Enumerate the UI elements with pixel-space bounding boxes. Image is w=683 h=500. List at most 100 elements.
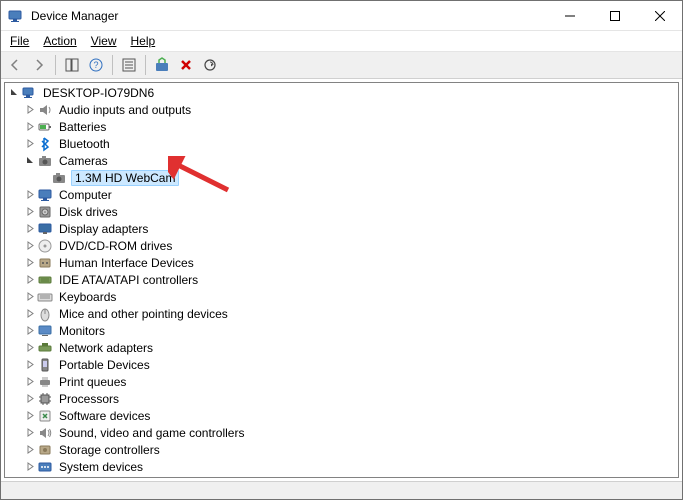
- category-label: Computer: [57, 188, 114, 202]
- expander-closed-icon[interactable]: [23, 375, 37, 389]
- category-label: DVD/CD-ROM drives: [57, 239, 174, 253]
- category-node[interactable]: IDE ATA/ATAPI controllers: [5, 271, 678, 288]
- category-node[interactable]: Disk drives: [5, 203, 678, 220]
- expander-closed-icon[interactable]: [23, 256, 37, 270]
- showtree-button[interactable]: [61, 54, 83, 76]
- category-node[interactable]: Network adapters: [5, 339, 678, 356]
- menu-action[interactable]: Action: [36, 33, 83, 49]
- window-controls: [547, 1, 682, 31]
- forward-button[interactable]: [28, 54, 50, 76]
- expander-closed-icon[interactable]: [23, 426, 37, 440]
- audio-icon: [37, 102, 53, 118]
- expander-closed-icon[interactable]: [23, 477, 37, 479]
- category-node[interactable]: Universal Serial Bus controllers: [5, 475, 678, 478]
- category-label: Universal Serial Bus controllers: [57, 477, 228, 479]
- menu-view[interactable]: View: [84, 33, 124, 49]
- back-button[interactable]: [4, 54, 26, 76]
- app-icon: [1, 8, 29, 24]
- expander-closed-icon[interactable]: [23, 392, 37, 406]
- sound-icon: [37, 425, 53, 441]
- maximize-button[interactable]: [592, 1, 637, 31]
- menu-file[interactable]: File: [3, 33, 36, 49]
- root-node[interactable]: DESKTOP-IO79DN6: [5, 84, 678, 101]
- help-toolbar-button[interactable]: ?: [85, 54, 107, 76]
- category-node[interactable]: Software devices: [5, 407, 678, 424]
- category-node[interactable]: Sound, video and game controllers: [5, 424, 678, 441]
- category-node[interactable]: Human Interface Devices: [5, 254, 678, 271]
- category-node[interactable]: Portable Devices: [5, 356, 678, 373]
- bluetooth-icon: [37, 136, 53, 152]
- category-label: Sound, video and game controllers: [57, 426, 246, 440]
- category-node[interactable]: Monitors: [5, 322, 678, 339]
- software-icon: [37, 408, 53, 424]
- expander-closed-icon[interactable]: [23, 409, 37, 423]
- window-title: Device Manager: [29, 9, 547, 23]
- expander-closed-icon[interactable]: [23, 205, 37, 219]
- expander-closed-icon[interactable]: [23, 460, 37, 474]
- uninstall-button[interactable]: [175, 54, 197, 76]
- expander-closed-icon[interactable]: [23, 103, 37, 117]
- category-node[interactable]: Keyboards: [5, 288, 678, 305]
- expander-closed-icon[interactable]: [23, 120, 37, 134]
- properties-button[interactable]: [118, 54, 140, 76]
- disk-icon: [37, 204, 53, 220]
- minimize-button[interactable]: [547, 1, 592, 31]
- category-label: Network adapters: [57, 341, 155, 355]
- category-label: Software devices: [57, 409, 152, 423]
- category-label: Disk drives: [57, 205, 120, 219]
- category-node[interactable]: Print queues: [5, 373, 678, 390]
- category-label: Portable Devices: [57, 358, 152, 372]
- device-manager-window: Device Manager File Action View Help: [0, 0, 683, 500]
- category-label: IDE ATA/ATAPI controllers: [57, 273, 200, 287]
- category-label: Batteries: [57, 120, 108, 134]
- menu-help[interactable]: Help: [124, 33, 163, 49]
- category-label: Monitors: [57, 324, 107, 338]
- expander-open-icon[interactable]: [7, 86, 21, 100]
- category-node[interactable]: Computer: [5, 186, 678, 203]
- category-node[interactable]: System devices: [5, 458, 678, 475]
- category-label: System devices: [57, 460, 145, 474]
- svg-text:?: ?: [93, 60, 98, 70]
- expander-closed-icon[interactable]: [23, 239, 37, 253]
- scan-hardware-button[interactable]: [199, 54, 221, 76]
- menubar: File Action View Help: [1, 31, 682, 51]
- close-button[interactable]: [637, 1, 682, 31]
- expander-closed-icon[interactable]: [23, 137, 37, 151]
- ide-icon: [37, 272, 53, 288]
- statusbar: [1, 481, 682, 499]
- category-node[interactable]: Bluetooth: [5, 135, 678, 152]
- update-driver-button[interactable]: [151, 54, 173, 76]
- cpu-icon: [37, 391, 53, 407]
- category-node[interactable]: Batteries: [5, 118, 678, 135]
- printer-icon: [37, 374, 53, 390]
- expander-open-icon[interactable]: [23, 154, 37, 168]
- toolbar-separator: [145, 55, 146, 75]
- expander-closed-icon[interactable]: [23, 188, 37, 202]
- category-label: Processors: [57, 392, 121, 406]
- device-tree[interactable]: DESKTOP-IO79DN6 Audio inputs and outputs…: [4, 82, 679, 478]
- battery-icon: [37, 119, 53, 135]
- category-label: Storage controllers: [57, 443, 162, 457]
- monitor-icon: [37, 323, 53, 339]
- expander-closed-icon[interactable]: [23, 443, 37, 457]
- expander-closed-icon[interactable]: [23, 273, 37, 287]
- category-label: Audio inputs and outputs: [57, 103, 193, 117]
- expander-closed-icon[interactable]: [23, 307, 37, 321]
- expander-closed-icon[interactable]: [23, 324, 37, 338]
- usb-icon: [37, 476, 53, 479]
- expander-closed-icon[interactable]: [23, 341, 37, 355]
- category-node[interactable]: Processors: [5, 390, 678, 407]
- category-node[interactable]: Audio inputs and outputs: [5, 101, 678, 118]
- expander-closed-icon[interactable]: [23, 222, 37, 236]
- expander-closed-icon[interactable]: [23, 290, 37, 304]
- category-node[interactable]: Mice and other pointing devices: [5, 305, 678, 322]
- category-node[interactable]: Storage controllers: [5, 441, 678, 458]
- category-node[interactable]: Display adapters: [5, 220, 678, 237]
- category-label: Mice and other pointing devices: [57, 307, 230, 321]
- category-label: Cameras: [57, 154, 110, 168]
- category-node[interactable]: Cameras: [5, 152, 678, 169]
- toolbar: ?: [1, 51, 682, 79]
- expander-closed-icon[interactable]: [23, 358, 37, 372]
- device-node[interactable]: 1.3M HD WebCam: [5, 169, 678, 186]
- category-node[interactable]: DVD/CD-ROM drives: [5, 237, 678, 254]
